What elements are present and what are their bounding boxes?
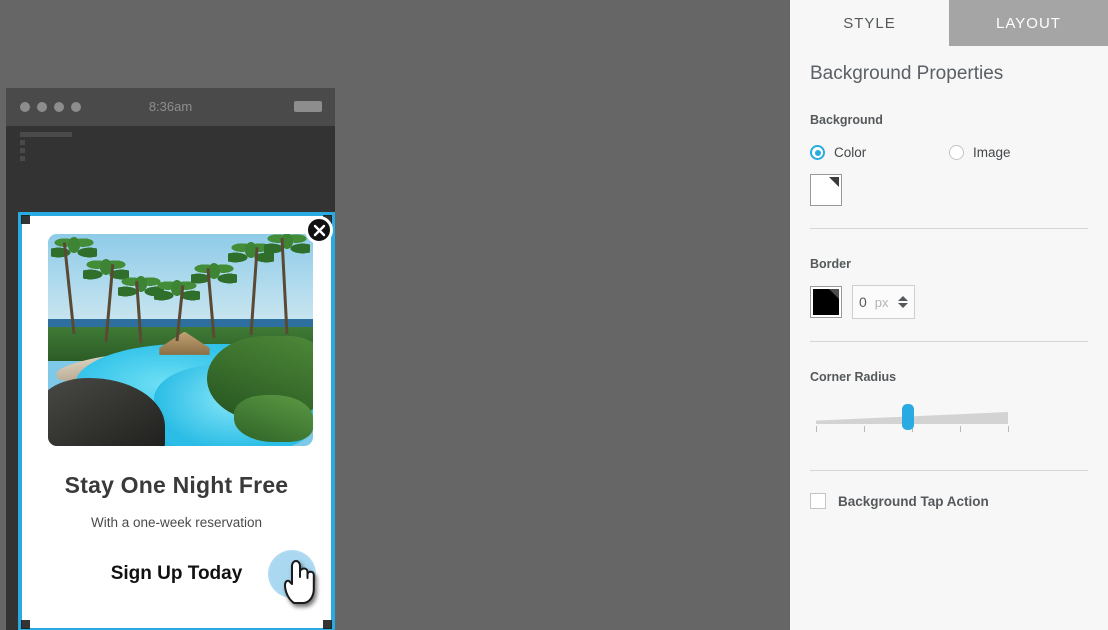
background-type-radio-group: Color Image xyxy=(810,145,1088,160)
device-status-bar: 8:36am xyxy=(6,88,335,126)
border-section-label: Border xyxy=(810,257,851,271)
swatch-corner-icon xyxy=(829,177,839,187)
corner-radius-section-label: Corner Radius xyxy=(810,370,897,384)
border-width-value: 0 xyxy=(859,294,867,310)
radio-option-color[interactable]: Color xyxy=(810,145,949,160)
close-icon xyxy=(313,224,325,236)
divider-corner-radius xyxy=(810,470,1088,471)
resize-handle-bottom-right[interactable] xyxy=(323,620,332,629)
radio-color-label: Color xyxy=(834,145,867,160)
swatch-corner-icon xyxy=(829,289,839,299)
background-tap-action-checkbox[interactable] xyxy=(810,493,826,509)
phone-preview: 8:36am Stay One Night Free With a one-we… xyxy=(6,88,335,630)
background-content-list xyxy=(20,132,72,164)
tab-layout[interactable]: LAYOUT xyxy=(949,0,1108,46)
border-width-input[interactable]: 0 px xyxy=(852,285,915,319)
tab-style[interactable]: STYLE xyxy=(790,0,949,46)
background-tap-action-row[interactable]: Background Tap Action xyxy=(810,493,1088,509)
spinner-updown-icon[interactable] xyxy=(898,296,908,308)
panel-title: Background Properties xyxy=(810,63,1004,84)
popup-cta-button[interactable]: Sign Up Today xyxy=(48,563,305,585)
resize-handle-top-left[interactable] xyxy=(21,215,30,224)
divider-background xyxy=(810,228,1088,229)
border-width-unit: px xyxy=(874,294,889,310)
border-color-swatch[interactable] xyxy=(810,286,842,318)
divider-border xyxy=(810,341,1088,342)
popup-hero-image xyxy=(48,234,313,446)
radio-image-label: Image xyxy=(973,145,1011,160)
properties-panel: STYLE LAYOUT Background Properties Backg… xyxy=(790,0,1108,630)
border-controls: 0 px xyxy=(810,285,1088,319)
design-canvas[interactable]: 8:36am Stay One Night Free With a one-we… xyxy=(0,0,790,630)
battery-icon xyxy=(294,101,322,112)
radio-color-input[interactable] xyxy=(810,145,825,160)
slider-thumb[interactable] xyxy=(902,404,915,430)
radio-option-image[interactable]: Image xyxy=(949,145,1088,160)
popup-close-button[interactable] xyxy=(305,216,333,244)
background-tap-action-label: Background Tap Action xyxy=(838,493,989,509)
panel-tabs: STYLE LAYOUT xyxy=(790,0,1108,46)
popup-subtitle: With a one-week reservation xyxy=(90,515,263,530)
corner-radius-slider[interactable] xyxy=(810,402,1088,448)
background-color-swatch[interactable] xyxy=(810,174,842,206)
background-section-label: Background xyxy=(810,113,883,127)
hand-cursor-icon xyxy=(284,560,315,604)
status-bar-time: 8:36am xyxy=(148,99,193,114)
resize-handle-bottom-left[interactable] xyxy=(21,620,30,629)
radio-image-input[interactable] xyxy=(949,145,964,160)
popup-title: Stay One Night Free xyxy=(64,472,289,498)
